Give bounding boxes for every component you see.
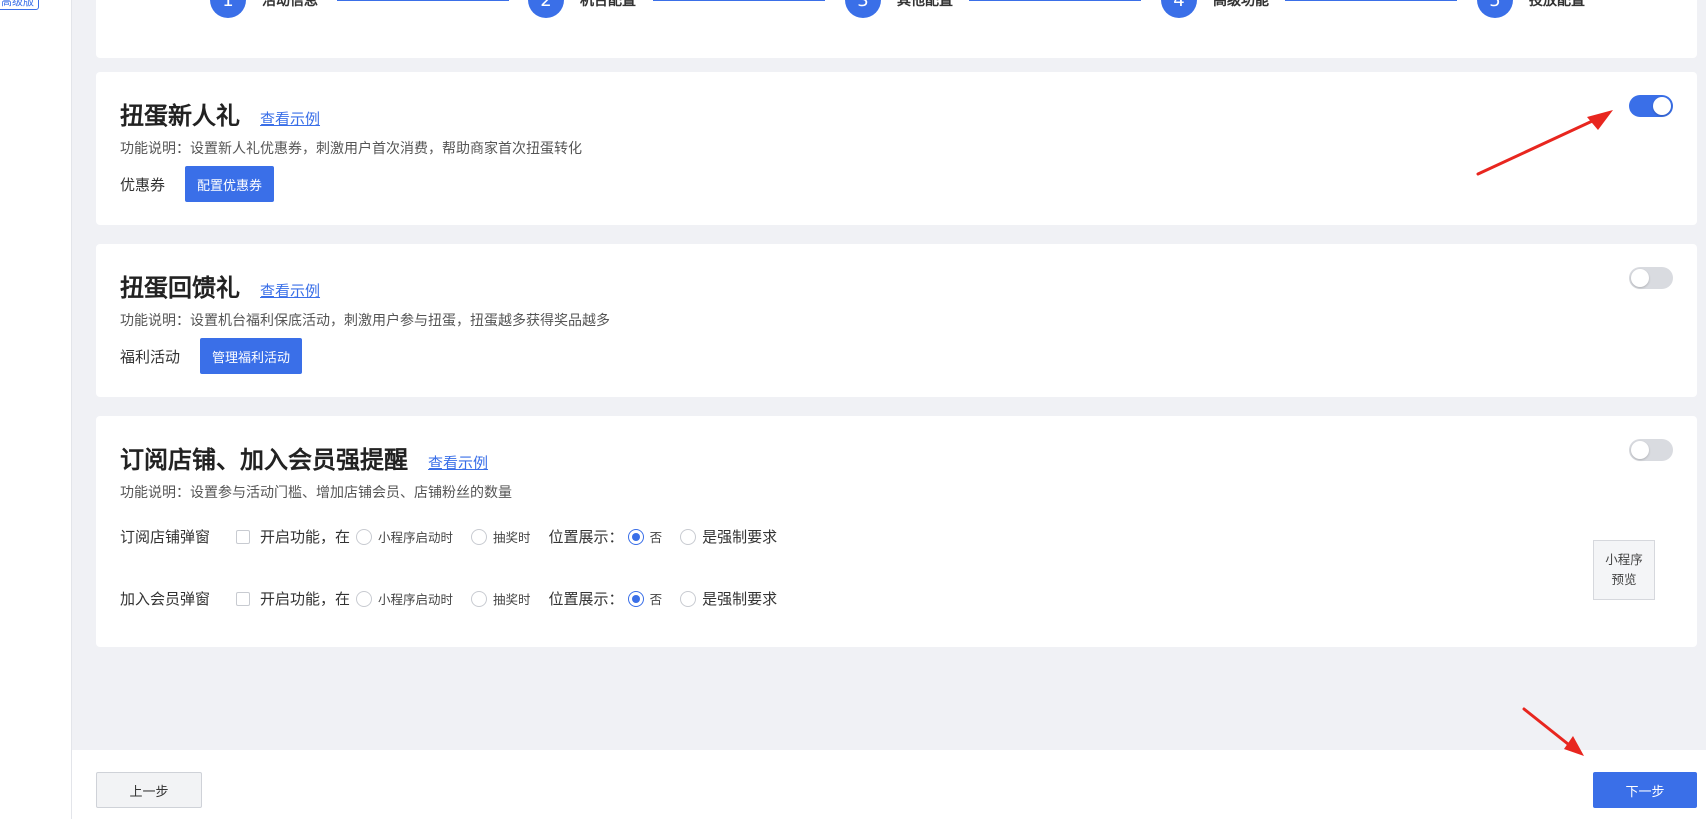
toggle-knob (1631, 441, 1649, 459)
version-badge[interactable]: 高级版 (0, 0, 39, 10)
option-no[interactable]: 否 (627, 527, 663, 546)
coupon-label: 优惠券 (120, 175, 166, 194)
step-number: 2 (528, 0, 564, 18)
step-label: 其他配置 (897, 0, 953, 9)
newcomer-gift-toggle[interactable] (1629, 95, 1673, 117)
step-2[interactable]: 2 机台配置 (528, 0, 636, 18)
radio[interactable] (680, 528, 697, 545)
step-connector (969, 0, 1141, 1)
position-label: 位置展示： (548, 590, 624, 608)
step-connector (337, 0, 509, 1)
option-label: 否 (649, 592, 663, 607)
option-lottery[interactable]: 抽奖时 (471, 589, 531, 608)
option-label: 小程序启动时 (378, 592, 454, 607)
next-step-button[interactable]: 下一步 (1593, 772, 1697, 808)
radio[interactable] (471, 590, 488, 607)
option-no[interactable]: 否 (627, 589, 663, 608)
newcomer-gift-card: 扭蛋新人礼 查看示例 功能说明：设置新人礼优惠券，刺激用户首次消费，帮助商家首次… (96, 72, 1697, 225)
preview-line-2: 预览 (1611, 572, 1637, 587)
step-1[interactable]: 1 活动信息 (210, 0, 318, 18)
subscribe-reminder-toggle[interactable] (1629, 439, 1673, 461)
option-lottery[interactable]: 抽奖时 (471, 527, 531, 546)
prev-step-button[interactable]: 上一步 (96, 772, 202, 808)
step-5[interactable]: 5 投放配置 (1477, 0, 1585, 18)
toggle-knob (1631, 269, 1649, 287)
step-connector (653, 0, 825, 1)
enable-checkbox[interactable] (236, 591, 250, 606)
preview-line-1: 小程序 (1605, 552, 1643, 567)
step-label: 机台配置 (580, 0, 636, 9)
mini-program-preview-button[interactable]: 小程序 预览 (1593, 540, 1655, 600)
radio-checked[interactable] (627, 590, 644, 607)
main-area: 1 活动信息 2 机台配置 3 其他配置 4 高级功能 5 投放配置 扭蛋新人礼… (72, 0, 1706, 819)
option-label: 是强制要求 (702, 590, 778, 608)
card-title: 订阅店铺、加入会员强提醒 (120, 446, 408, 474)
toggle-knob (1653, 97, 1671, 115)
card-title: 扭蛋新人礼 (120, 102, 240, 130)
view-example-link[interactable]: 查看示例 (260, 280, 320, 301)
step-4[interactable]: 4 高级功能 (1161, 0, 1269, 18)
card-description: 功能说明：设置新人礼优惠券，刺激用户首次消费，帮助商家首次扭蛋转化 (120, 141, 582, 157)
enable-text: 开启功能，在 (260, 590, 351, 608)
radio[interactable] (680, 590, 697, 607)
card-description: 功能说明：设置机台福利保底活动，刺激用户参与扭蛋，扭蛋越多获得奖品越多 (120, 313, 610, 329)
radio[interactable] (356, 590, 373, 607)
join-member-popup-row: 加入会员弹窗 开启功能，在 小程序启动时 抽奖时 位置展示： 否 是强制要求 (120, 588, 795, 609)
manage-welfare-button[interactable]: 管理福利活动 (200, 338, 303, 374)
option-label: 否 (649, 530, 663, 545)
subscribe-reminder-card: 订阅店铺、加入会员强提醒 查看示例 功能说明：设置参与活动门槛、增加店铺会员、店… (96, 416, 1697, 647)
step-3[interactable]: 3 其他配置 (845, 0, 953, 18)
option-app-launch[interactable]: 小程序启动时 (356, 589, 453, 608)
option-force[interactable]: 是强制要求 (680, 588, 777, 609)
annotation-arrow-next (1522, 707, 1584, 756)
step-label: 高级功能 (1213, 0, 1269, 9)
radio-checked[interactable] (627, 528, 644, 545)
welfare-activity-label: 福利活动 (120, 347, 181, 366)
option-label: 抽奖时 (493, 592, 531, 607)
step-bar: 1 活动信息 2 机台配置 3 其他配置 4 高级功能 5 投放配置 (72, 0, 1706, 22)
feedback-gift-toggle[interactable] (1629, 267, 1673, 289)
enable-text: 开启功能，在 (260, 528, 351, 546)
sidebar: 高级版 (0, 0, 72, 819)
step-label: 投放配置 (1529, 0, 1585, 9)
card-title: 扭蛋回馈礼 (120, 274, 240, 302)
step-number: 1 (210, 0, 246, 18)
annotation-arrow-toggle (1476, 110, 1613, 176)
card-description: 功能说明：设置参与活动门槛、增加店铺会员、店铺粉丝的数量 (120, 485, 512, 501)
step-number: 5 (1477, 0, 1513, 18)
position-label: 位置展示： (548, 528, 624, 546)
option-force[interactable]: 是强制要求 (680, 526, 777, 547)
option-app-launch[interactable]: 小程序启动时 (356, 527, 453, 546)
row-label: 加入会员弹窗 (120, 590, 211, 608)
step-number: 4 (1161, 0, 1197, 18)
step-number: 3 (845, 0, 881, 18)
radio[interactable] (356, 528, 373, 545)
feedback-gift-card: 扭蛋回馈礼 查看示例 功能说明：设置机台福利保底活动，刺激用户参与扭蛋，扭蛋越多… (96, 244, 1697, 397)
option-label: 是强制要求 (702, 528, 778, 546)
configure-coupon-button[interactable]: 配置优惠券 (185, 166, 275, 202)
row-label: 订阅店铺弹窗 (120, 528, 211, 546)
subscribe-shop-popup-row: 订阅店铺弹窗 开启功能，在 小程序启动时 抽奖时 位置展示： 否 是强制要求 (120, 526, 795, 547)
enable-checkbox[interactable] (236, 529, 250, 544)
footer-bar: 上一步 下一步 (72, 750, 1706, 819)
view-example-link[interactable]: 查看示例 (428, 452, 488, 473)
step-label: 活动信息 (262, 0, 318, 9)
option-label: 抽奖时 (493, 530, 531, 545)
radio[interactable] (471, 528, 488, 545)
option-label: 小程序启动时 (378, 530, 454, 545)
view-example-link[interactable]: 查看示例 (260, 108, 320, 129)
step-connector (1285, 0, 1457, 1)
